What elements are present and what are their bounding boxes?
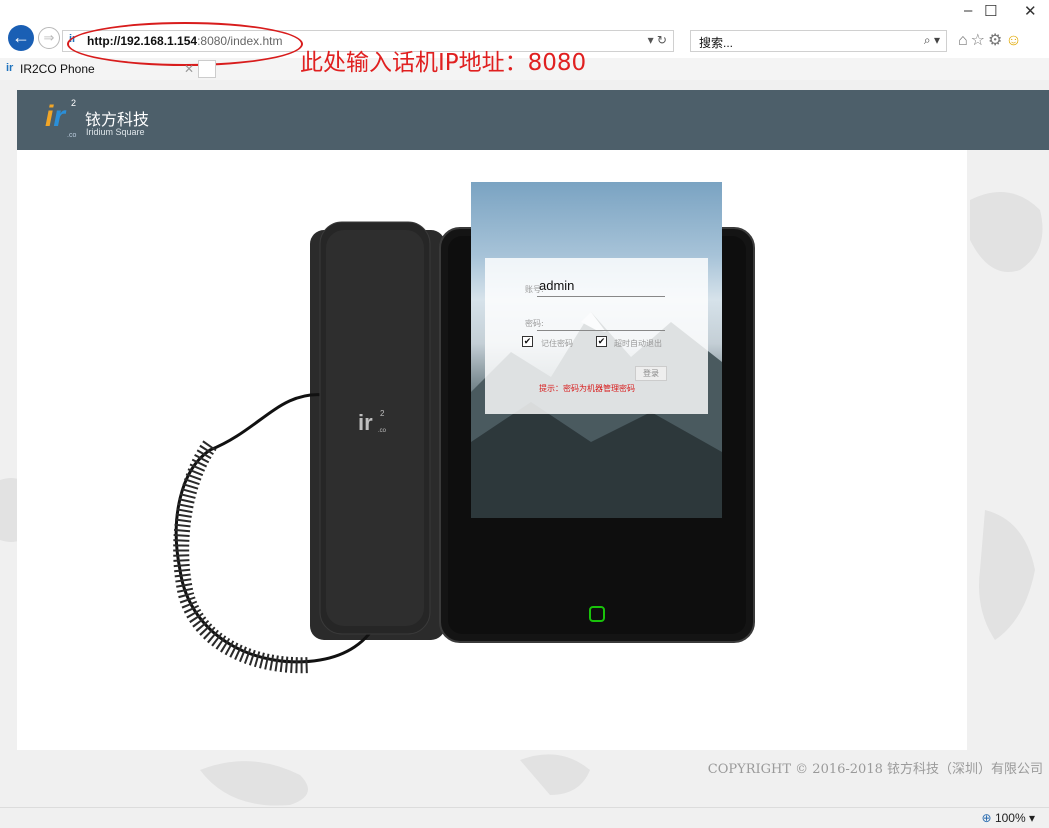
autologout-checkbox[interactable]: ✔ xyxy=(596,336,607,347)
brand-logo: ir xyxy=(45,100,66,133)
tab-favicon-icon: ir xyxy=(6,62,14,74)
svg-text:.co: .co xyxy=(378,428,387,434)
phone-screen: 账号: admin 密码: ✔ 记住密码 ✔ 超时自动退出 登录 提示：密码为机… xyxy=(471,182,722,518)
brand-name-en: Iridium Square xyxy=(86,127,145,137)
login-tip: 提示：密码为机器管理密码 xyxy=(539,384,635,393)
zoom-icon: ⊕ xyxy=(981,811,992,825)
url-highlight-circle xyxy=(67,22,303,66)
remember-label: 记住密码 xyxy=(541,339,573,348)
tab-title: IR2CO Phone xyxy=(20,62,95,76)
zoom-control[interactable]: ⊕ 100% ▾ xyxy=(982,811,1035,825)
ip-annotation: 此处输入话机IP地址：8080 xyxy=(300,50,587,76)
login-panel: 账号: admin 密码: ✔ 记住密码 ✔ 超时自动退出 登录 提示：密码为机… xyxy=(485,258,708,414)
password-input[interactable] xyxy=(537,330,665,331)
search-icon[interactable]: ⌕ ▾ xyxy=(924,33,940,48)
password-label: 密码: xyxy=(525,319,544,328)
browser-tab[interactable]: ir IR2CO Phone ✕ xyxy=(6,62,194,78)
account-input[interactable]: admin xyxy=(539,278,574,293)
search-input[interactable]: 搜索... ⌕ ▾ xyxy=(690,30,947,52)
settings-icon[interactable]: ⚙ xyxy=(988,32,1005,49)
new-tab-button[interactable] xyxy=(198,60,216,78)
handset-logo: ir xyxy=(358,410,373,435)
copyright-text: COPYRIGHT © 2016-2018 铱方科技（深圳）有限公司 xyxy=(707,762,1043,777)
login-button[interactable]: 登录 xyxy=(635,366,667,381)
toolbar-icons: ⌂☆⚙☺ xyxy=(958,30,1025,50)
minimize-button[interactable]: – xyxy=(964,2,972,19)
browser-toolbar: – ☐ ✕ ← ⇒ ir http://192.168.1.154:8080/i… xyxy=(0,0,1049,76)
maximize-button[interactable]: ☐ xyxy=(984,2,997,20)
home-icon[interactable]: ⌂ xyxy=(958,32,971,49)
remember-checkbox[interactable]: ✔ xyxy=(522,336,533,347)
back-icon[interactable]: ← xyxy=(8,25,34,51)
close-window-button[interactable]: ✕ xyxy=(1024,2,1037,20)
tab-close-icon[interactable]: ✕ xyxy=(184,62,194,76)
svg-text:2: 2 xyxy=(380,409,385,418)
page: ir 2 .co 铱方科技 Iridium Square ir 2 .co 账号… xyxy=(0,80,1049,807)
forward-icon[interactable]: ⇒ xyxy=(38,27,60,49)
refresh-icon[interactable]: ▾ ↻ xyxy=(648,33,667,47)
favorites-icon[interactable]: ☆ xyxy=(971,32,988,49)
status-bar: ⊕ 100% ▾ xyxy=(0,807,1049,828)
autologout-label: 超时自动退出 xyxy=(614,339,662,348)
feedback-icon[interactable]: ☺ xyxy=(1005,32,1024,49)
